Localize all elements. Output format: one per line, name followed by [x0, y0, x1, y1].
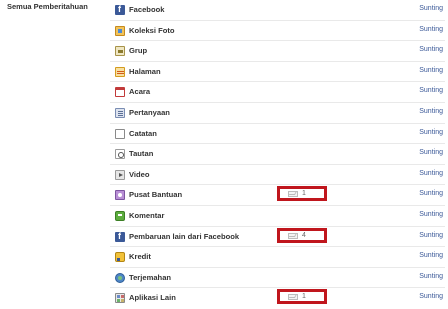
facebook-icon [115, 231, 125, 242]
list-item-link: Tautan Sunting [110, 144, 445, 165]
item-label: Kredit [129, 252, 151, 262]
list-item-photo-album: Koleksi Foto Sunting [110, 21, 445, 42]
item-label: Video [129, 169, 150, 179]
notification-count-badge[interactable]: 1 [277, 186, 327, 202]
list-item-page: Halaman Sunting [110, 62, 445, 83]
edit-link[interactable]: Sunting [419, 211, 443, 218]
list-item-group: Grup Sunting [110, 41, 445, 62]
notification-count: 1 [302, 190, 306, 198]
item-label: Komentar [129, 210, 165, 220]
item-label: Catatan [129, 128, 157, 138]
apps-icon [115, 293, 125, 304]
item-label: Acara [129, 87, 151, 97]
edit-link[interactable]: Sunting [419, 67, 443, 74]
list-item-credits: Kredit Sunting [110, 247, 445, 268]
item-label: Pusat Bantuan [129, 190, 183, 200]
item-label: Aplikasi Lain [129, 293, 176, 303]
edit-link[interactable]: Sunting [419, 149, 443, 156]
edit-link[interactable]: Sunting [419, 273, 443, 280]
globe-icon [115, 272, 125, 283]
list-item-video: Video Sunting [110, 165, 445, 186]
calendar-icon [115, 87, 125, 98]
edit-link[interactable]: Sunting [419, 26, 443, 33]
edit-link[interactable]: Sunting [419, 5, 443, 12]
photo-album-icon [115, 25, 125, 36]
item-label: Grup [129, 46, 148, 56]
notification-count-badge[interactable]: 1 [277, 289, 327, 305]
item-label: Halaman [129, 66, 161, 76]
item-label: Facebook [129, 5, 165, 14]
notification-count: 4 [302, 231, 306, 239]
page-flag-icon [115, 66, 125, 77]
envelope-icon [288, 191, 298, 198]
item-label: Pembaruan lain dari Facebook [129, 231, 240, 241]
list-item-other-apps: Aplikasi Lain 1 Sunting [110, 288, 445, 309]
list-item-question: Pertanyaan Sunting [110, 103, 445, 124]
note-icon [115, 128, 125, 139]
help-center-icon [115, 190, 125, 201]
facebook-icon [115, 4, 125, 15]
link-icon [115, 149, 125, 160]
notification-count: 1 [302, 293, 306, 301]
notification-settings-list: Facebook Sunting Koleksi Foto Sunting Gr… [110, 0, 445, 309]
video-camera-icon [115, 169, 125, 180]
item-label: Koleksi Foto [129, 25, 175, 35]
edit-link[interactable]: Sunting [419, 232, 443, 239]
item-label: Terjemahan [129, 272, 172, 282]
group-icon [115, 46, 125, 57]
edit-link[interactable]: Sunting [419, 190, 443, 197]
edit-link[interactable]: Sunting [419, 108, 443, 115]
envelope-icon [288, 294, 298, 301]
item-label: Pertanyaan [129, 107, 170, 117]
edit-link[interactable]: Sunting [419, 252, 443, 259]
envelope-icon [288, 232, 298, 239]
edit-link[interactable]: Sunting [419, 46, 443, 53]
notification-count-badge[interactable]: 4 [277, 227, 327, 243]
list-item-help-center: Pusat Bantuan 1 Sunting [110, 185, 445, 206]
list-item-translation: Terjemahan Sunting [110, 268, 445, 289]
credits-icon [115, 252, 125, 263]
question-list-icon [115, 107, 125, 118]
edit-link[interactable]: Sunting [419, 87, 443, 94]
edit-link[interactable]: Sunting [419, 293, 443, 300]
list-item-event: Acara Sunting [110, 82, 445, 103]
section-label: Semua Pemberitahuan [7, 2, 88, 11]
list-item-facebook-updates: Pembaruan lain dari Facebook 4 Sunting [110, 227, 445, 248]
comment-icon [115, 210, 125, 221]
list-item-note: Catatan Sunting [110, 124, 445, 145]
list-item-comment: Komentar Sunting [110, 206, 445, 227]
edit-link[interactable]: Sunting [419, 129, 443, 136]
item-label: Tautan [129, 149, 154, 159]
edit-link[interactable]: Sunting [419, 170, 443, 177]
list-item-facebook: Facebook Sunting [110, 0, 445, 21]
